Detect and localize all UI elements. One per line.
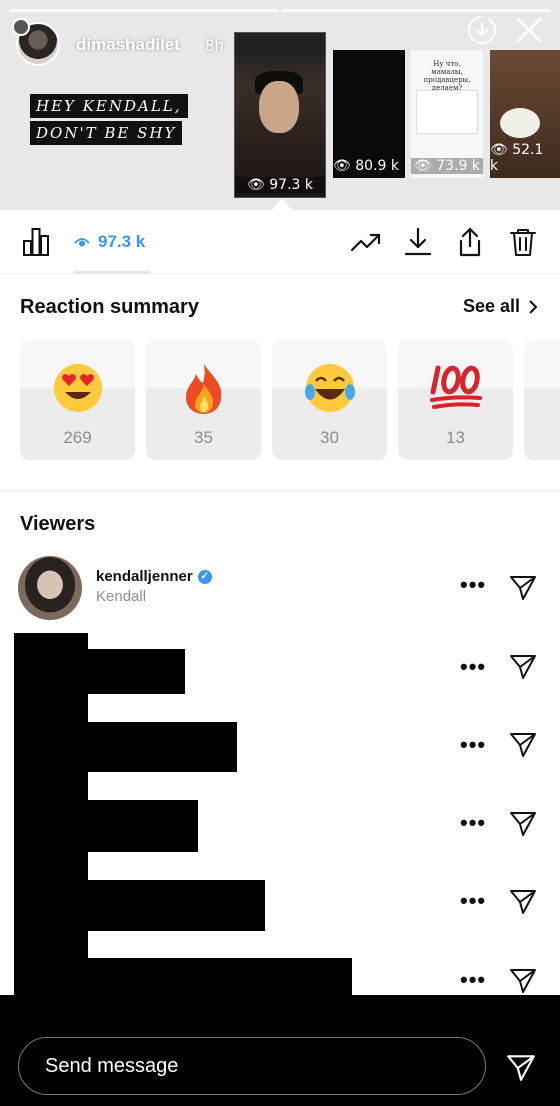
viewer-username[interactable]: kendalljenner ✓: [96, 568, 212, 585]
viewers-title: Viewers: [20, 513, 96, 535]
send-icon[interactable]: [508, 651, 538, 681]
story-thumbnail[interactable]: Ну что, мамалы, продавцеры, делаем? 👁 73…: [411, 50, 483, 178]
reaction-list: 269 35 30 13: [20, 340, 560, 460]
close-icon[interactable]: [513, 14, 545, 46]
insights-panel: 97.3 k Reaction summary See all 269 35 3…: [0, 210, 560, 995]
section-divider: [0, 490, 560, 491]
views-count: 97.3 k: [98, 232, 146, 251]
story-progress-bar: [10, 9, 550, 12]
thumbnail-view-count: 👁 73.9 k: [411, 158, 483, 174]
fire-emoji-icon: [185, 364, 221, 414]
story-thumbnail[interactable]: 👁 52.1 k: [490, 50, 560, 178]
message-bar: [0, 995, 560, 1106]
save-story-icon[interactable]: [466, 14, 498, 46]
reaction-card[interactable]: 269: [20, 340, 135, 460]
send-icon[interactable]: [508, 808, 538, 838]
thumbnail-text: Ну что, мамалы, продавцеры, делаем?: [423, 60, 471, 92]
story-preview-area: dimashadilet 8h HEY KENDALL, DON'T BE SH…: [0, 0, 560, 210]
trash-icon[interactable]: [507, 226, 539, 258]
avatar[interactable]: [18, 556, 82, 620]
story-thumbnail-current[interactable]: 👁 97.3 k: [234, 32, 326, 198]
views-tab[interactable]: 97.3 k: [74, 232, 145, 252]
reaction-count: 35: [194, 428, 213, 447]
reaction-count: 269: [63, 428, 92, 447]
redacted-block: [14, 880, 265, 931]
story-caption-line: DON'T BE SHY: [30, 121, 183, 145]
reaction-count: 30: [320, 428, 339, 447]
more-options-icon[interactable]: •••: [460, 572, 486, 598]
trending-icon[interactable]: [350, 226, 382, 258]
selected-thumbnail-pointer: [272, 198, 292, 210]
viewer-row[interactable]: kendalljenner ✓ Kendall •••: [0, 556, 560, 620]
reaction-card[interactable]: 13: [398, 340, 513, 460]
thumbnail-view-count: 👁 80.9 k: [333, 158, 399, 174]
redacted-block: [14, 800, 198, 852]
more-options-icon[interactable]: •••: [460, 732, 486, 758]
reaction-card[interactable]: 30: [272, 340, 387, 460]
reaction-card-partial[interactable]: [524, 340, 560, 460]
send-icon[interactable]: [508, 886, 538, 916]
send-icon[interactable]: [505, 1051, 537, 1083]
story-owner-avatar[interactable]: [12, 18, 60, 66]
more-options-icon[interactable]: •••: [460, 888, 486, 914]
reaction-card[interactable]: 35: [146, 340, 261, 460]
heart-eyes-emoji-icon: [53, 364, 102, 412]
send-message-input[interactable]: [18, 1037, 486, 1095]
redacted-block: [14, 958, 352, 995]
more-options-icon[interactable]: •••: [460, 654, 486, 680]
send-icon[interactable]: [508, 729, 538, 759]
reaction-summary-title: Reaction summary: [20, 296, 199, 318]
story-caption-line: HEY KENDALL,: [30, 94, 188, 118]
bar-chart-icon[interactable]: [20, 226, 52, 258]
story-posted-time: 8h: [205, 36, 224, 55]
redacted-block: [14, 649, 185, 694]
download-icon[interactable]: [402, 226, 434, 258]
story-thumbnail[interactable]: 👁 80.9 k: [333, 50, 405, 178]
see-all-label: See all: [462, 296, 520, 316]
eye-icon: [74, 238, 90, 247]
see-all-link[interactable]: See all: [463, 296, 538, 317]
chevron-right-icon: [529, 299, 538, 314]
story-toolbar: 97.3 k: [0, 210, 560, 274]
more-options-icon[interactable]: •••: [460, 967, 486, 993]
send-icon[interactable]: [508, 572, 538, 602]
eye-icon: 👁: [490, 142, 508, 158]
verified-badge-icon: ✓: [197, 569, 212, 584]
redacted-block: [14, 722, 237, 772]
eye-icon: 👁: [414, 158, 432, 174]
share-icon[interactable]: [454, 226, 486, 258]
reaction-count: 13: [446, 428, 465, 447]
thumbnail-view-count: 👁 97.3 k: [235, 177, 325, 193]
viewer-full-name: Kendall: [96, 588, 147, 605]
eye-icon: 👁: [247, 177, 265, 193]
more-options-icon[interactable]: •••: [460, 810, 486, 836]
story-owner-username[interactable]: dimashadilet: [76, 35, 180, 55]
thumbnail-view-count: 👁 52.1 k: [490, 142, 544, 174]
eye-icon: 👁: [333, 158, 351, 174]
hundred-emoji-icon: [429, 365, 482, 409]
send-icon[interactable]: [508, 965, 538, 995]
views-tab-indicator: [74, 271, 150, 274]
joy-emoji-icon: [304, 364, 355, 412]
